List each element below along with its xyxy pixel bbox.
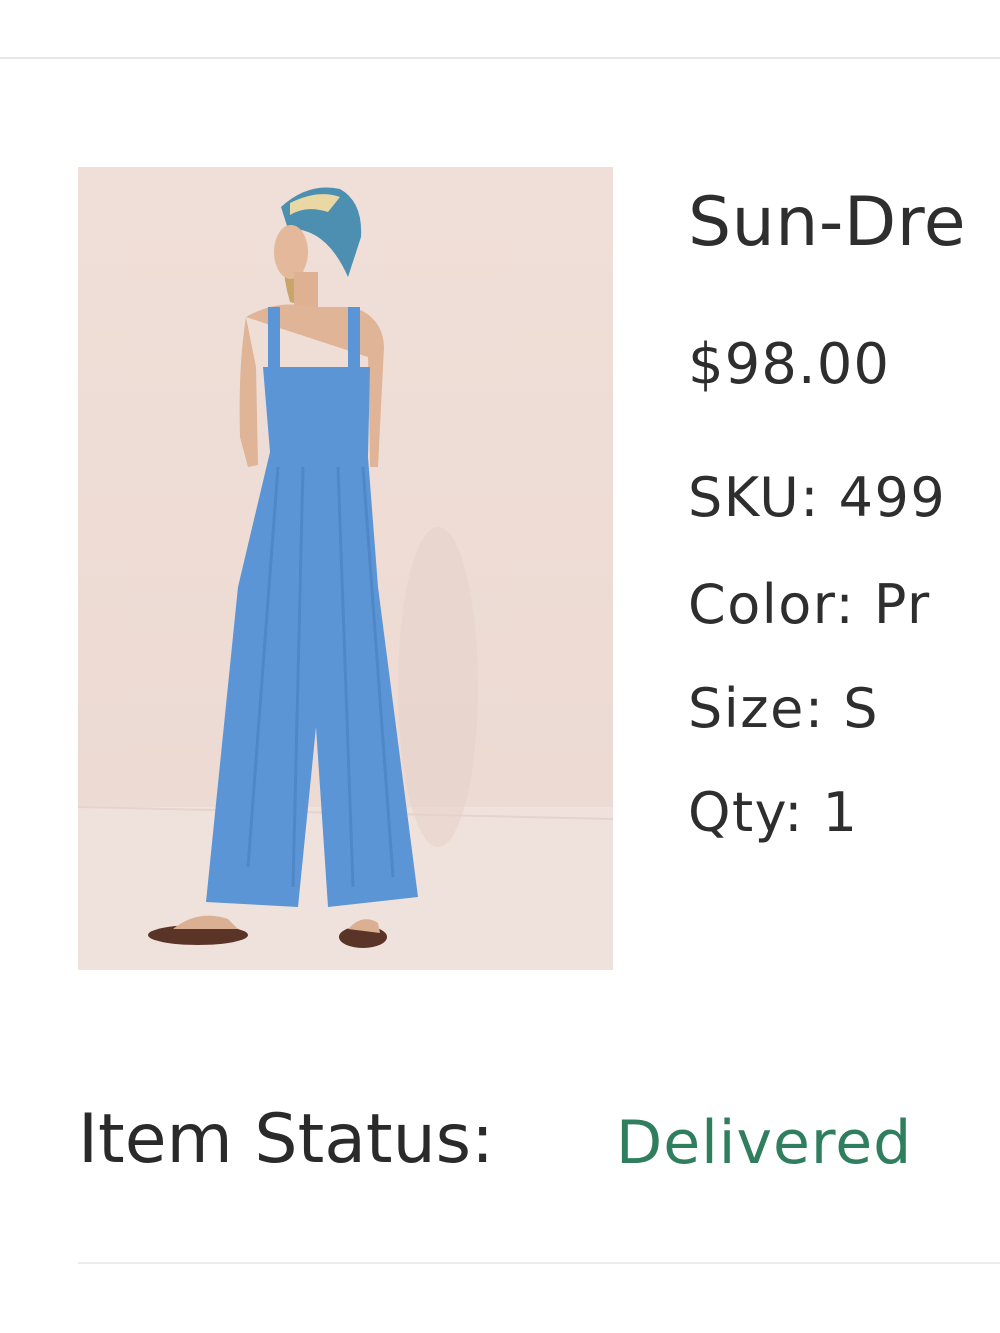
bottom-divider <box>78 1262 1000 1264</box>
top-divider <box>0 57 1000 59</box>
product-photo-icon <box>78 187 613 970</box>
product-price: $98.00 <box>688 332 890 397</box>
size-value: S <box>843 677 879 740</box>
product-title[interactable]: Sun-Dre <box>688 180 966 266</box>
product-color: Color: Pr <box>688 570 931 640</box>
sku-label: SKU: <box>688 466 839 529</box>
product-image[interactable] <box>78 167 613 970</box>
sku-value: 499 <box>838 466 947 529</box>
qty-label: Qty: <box>688 781 823 844</box>
product-quantity: Qty: 1 <box>688 778 858 848</box>
product-size: Size: S <box>688 674 879 744</box>
size-label: Size: <box>688 677 844 740</box>
product-sku: SKU: 499 <box>688 463 946 533</box>
color-label: Color: <box>688 573 874 636</box>
qty-value: 1 <box>822 781 859 844</box>
item-status-row: Item Status: Delivered <box>78 1095 1000 1185</box>
color-value: Pr <box>873 573 931 636</box>
product-details: Sun-Dre $98.00 SKU: 499 Color: Pr Size: … <box>688 180 1000 860</box>
item-status-label: Item Status: <box>78 1100 495 1179</box>
item-status-value: Delivered <box>616 1108 913 1178</box>
